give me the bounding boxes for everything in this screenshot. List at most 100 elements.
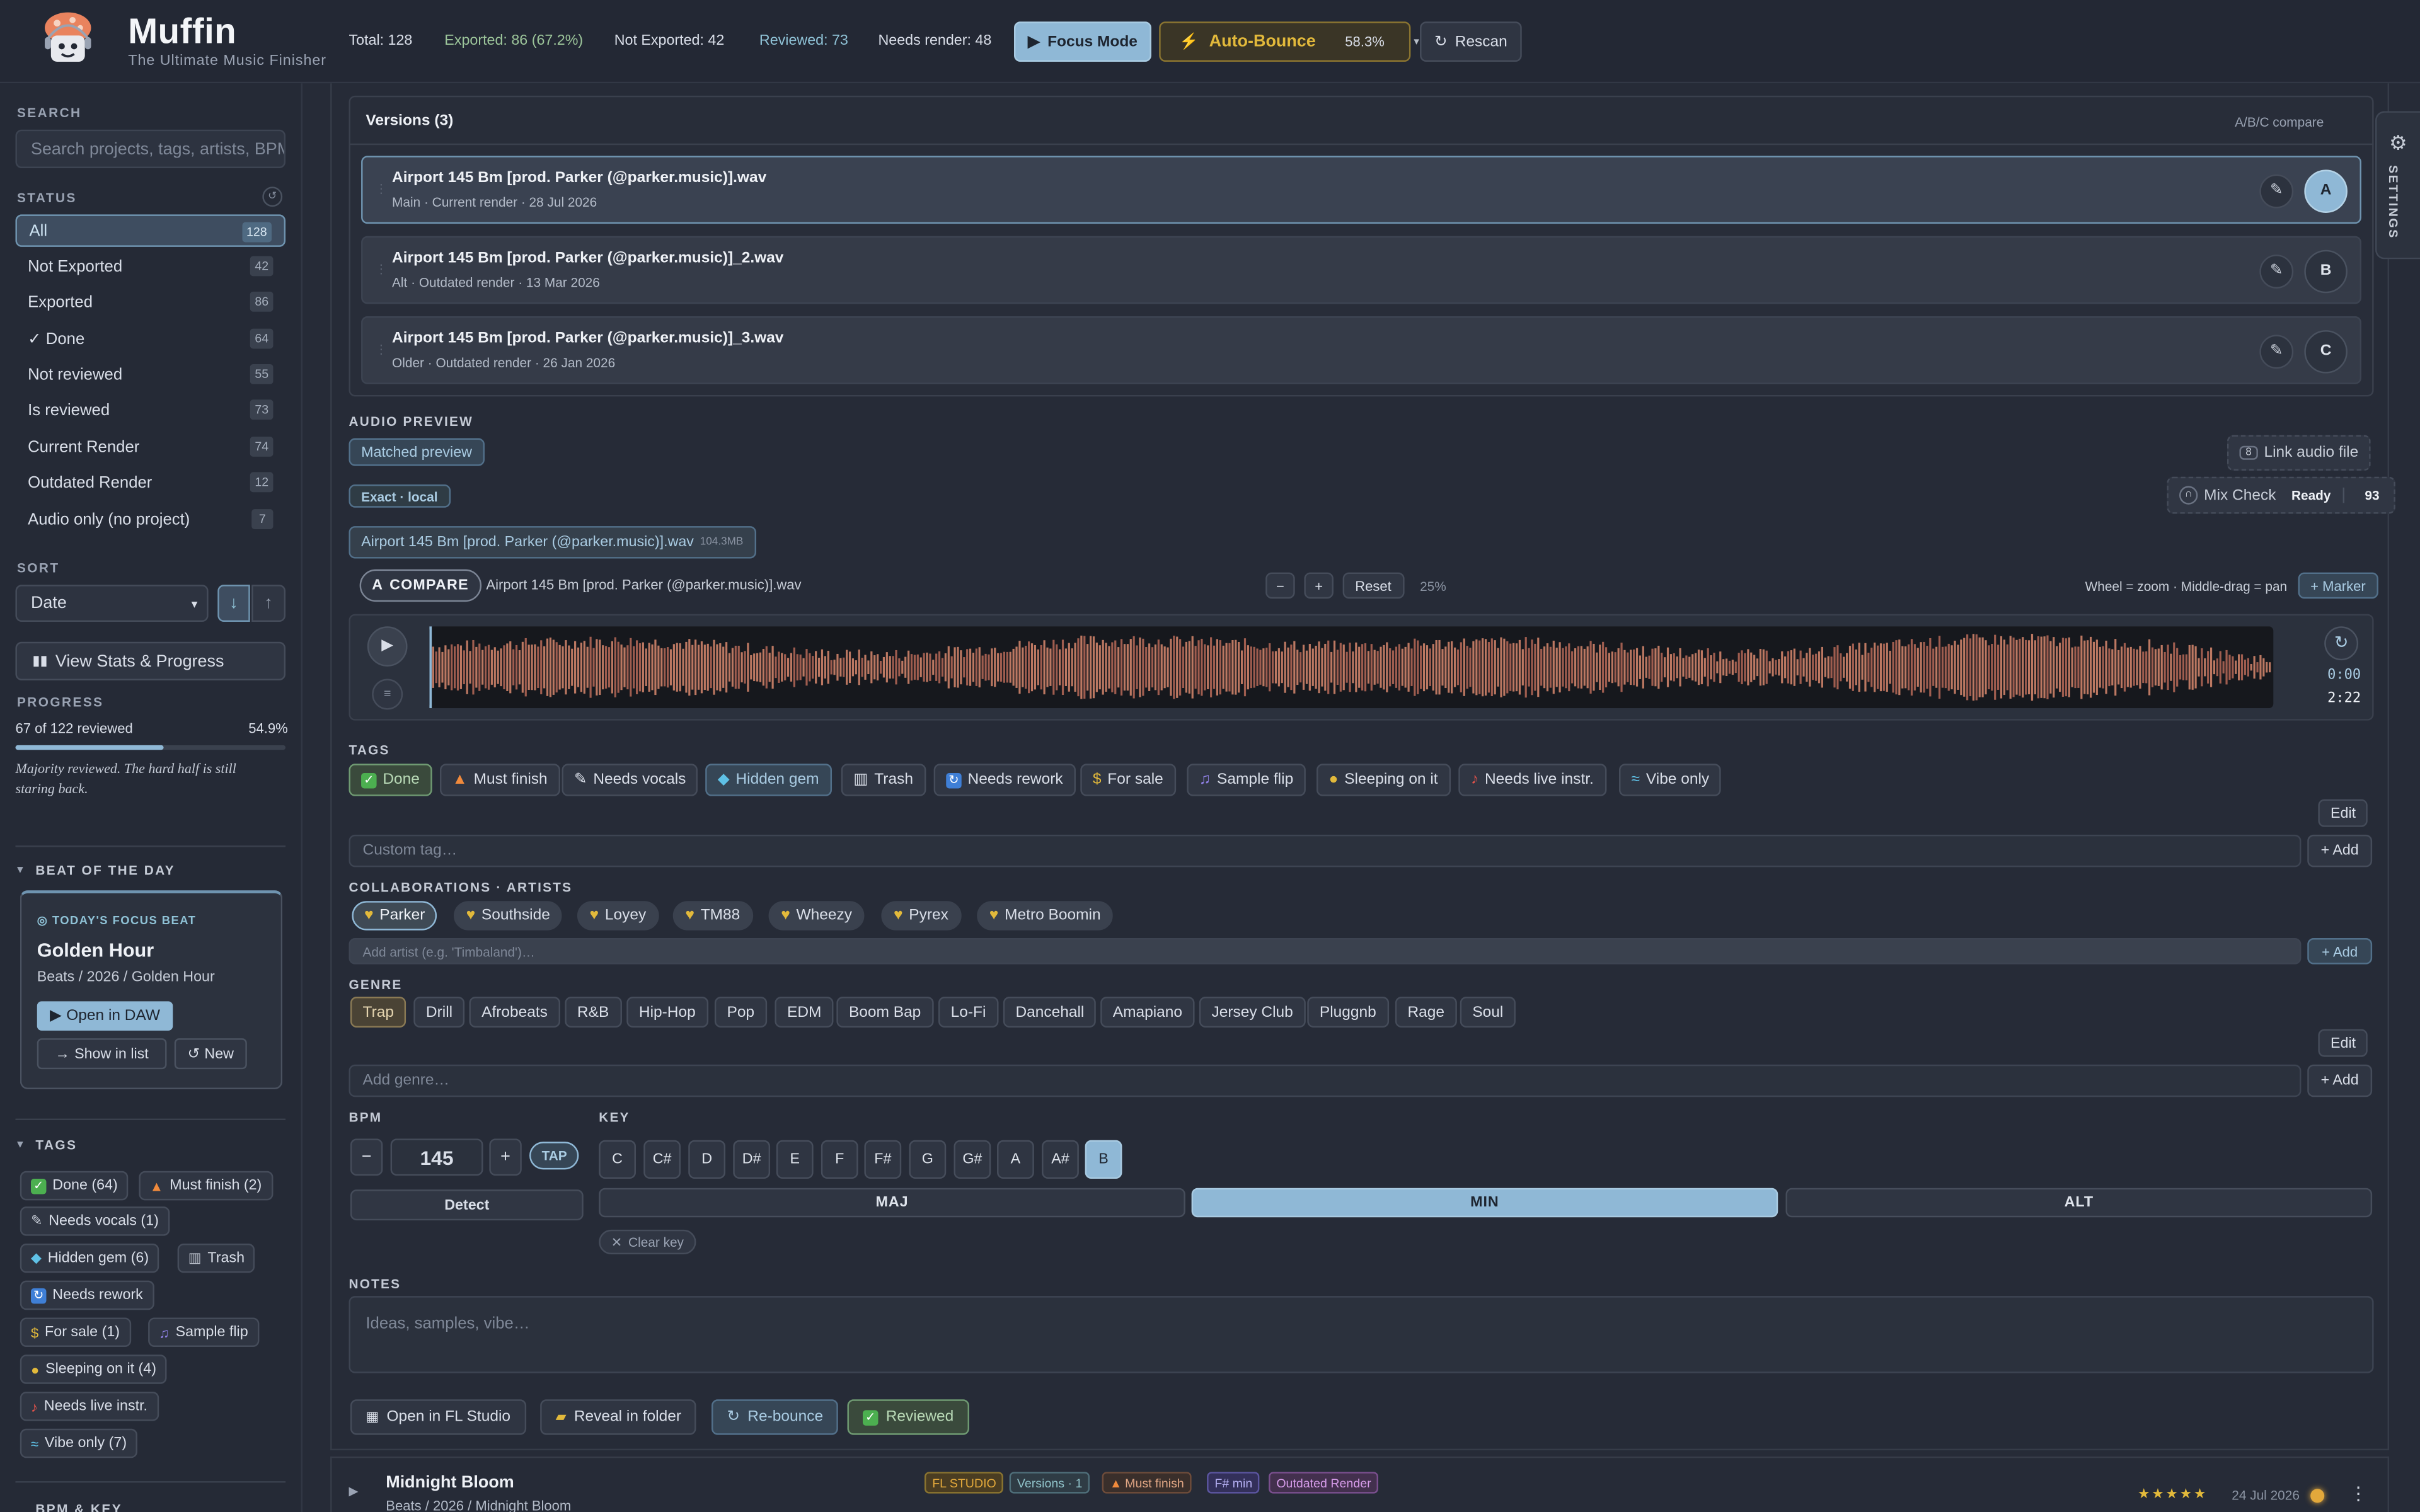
- key-e[interactable]: E: [776, 1140, 814, 1179]
- sidebar-tag-needs-live-instr[interactable]: ♪ Needs live instr.: [20, 1391, 159, 1421]
- key-d[interactable]: D: [688, 1140, 726, 1179]
- bpm-increment-button[interactable]: +: [489, 1138, 522, 1176]
- sidebar-tag-vibe-only[interactable]: ≈ Vibe only (7): [20, 1428, 138, 1458]
- bpm-decrement-button[interactable]: −: [350, 1138, 383, 1176]
- zoom-in-button[interactable]: +: [1304, 572, 1334, 599]
- mode-minor[interactable]: MIN: [1191, 1188, 1778, 1218]
- artist-loyey[interactable]: ♥ Loyey: [577, 901, 659, 931]
- key-f[interactable]: F: [821, 1140, 858, 1179]
- tag-needs-live-instr[interactable]: ♪ Needs live instr.: [1458, 764, 1606, 796]
- add-genre-input[interactable]: Add genre…: [349, 1064, 2302, 1097]
- key-f-sharp[interactable]: F#: [864, 1140, 902, 1179]
- status-not-exported[interactable]: Not Exported 42: [15, 250, 285, 282]
- key-c[interactable]: C: [599, 1140, 636, 1179]
- chevron-down-icon[interactable]: ▾: [1414, 35, 1419, 48]
- zoom-reset-button[interactable]: Reset: [1342, 572, 1404, 599]
- notes-textarea[interactable]: Ideas, samples, vibe…: [349, 1296, 2374, 1373]
- sort-ascending-button[interactable]: ↑: [251, 585, 286, 622]
- status-done[interactable]: ✓ Done 64: [15, 323, 285, 355]
- genre-rage[interactable]: Rage: [1395, 997, 1457, 1028]
- add-artist-input[interactable]: Add artist (e.g. 'Timbaland')…: [349, 937, 2302, 965]
- show-in-list-button[interactable]: → Show in list: [37, 1038, 167, 1070]
- clear-key-button[interactable]: ✕ Clear key: [599, 1229, 696, 1255]
- sidebar-tag-done[interactable]: ✓ Done (64): [20, 1171, 129, 1201]
- artist-metro-boomin[interactable]: ♥ Metro Boomin: [977, 901, 1114, 931]
- genre-amapiano[interactable]: Amapiano: [1100, 997, 1195, 1028]
- new-beat-button[interactable]: ↺ New: [174, 1038, 247, 1070]
- search-input[interactable]: [15, 129, 286, 168]
- sidebar-tag-trash[interactable]: ▥ Trash: [177, 1243, 256, 1273]
- drag-handle-icon[interactable]: ⋮: [375, 262, 388, 276]
- genre-rnb[interactable]: R&B: [565, 997, 621, 1028]
- tag-must-finish[interactable]: ▲ Must finish: [439, 764, 560, 796]
- mode-alt[interactable]: ALT: [1785, 1188, 2373, 1218]
- mode-major[interactable]: MAJ: [599, 1188, 1185, 1218]
- add-artist-button[interactable]: + Add: [2307, 937, 2373, 965]
- zoom-out-button[interactable]: −: [1265, 572, 1295, 599]
- focus-mode-button[interactable]: ▶ Focus Mode: [1013, 21, 1151, 62]
- genre-edm[interactable]: EDM: [775, 997, 834, 1028]
- key-g-sharp[interactable]: G#: [954, 1140, 991, 1179]
- artist-parker[interactable]: ♥ Parker: [352, 901, 438, 931]
- slot-b-button[interactable]: B: [2304, 249, 2348, 294]
- genre-soul[interactable]: Soul: [1460, 997, 1516, 1028]
- chevron-down-icon[interactable]: ▾: [17, 1137, 23, 1151]
- genre-dancehall[interactable]: Dancehall: [1003, 997, 1097, 1028]
- status-exported[interactable]: Exported 86: [15, 285, 285, 318]
- sidebar-tag-sleeping-on-it[interactable]: ● Sleeping on it (4): [20, 1354, 168, 1384]
- mix-check-button[interactable]: ∩ Mix Check Ready 93: [2167, 476, 2395, 514]
- bpm-input[interactable]: 145: [390, 1138, 483, 1176]
- detect-button[interactable]: Detect: [350, 1189, 584, 1221]
- refresh-icon[interactable]: ↻: [2324, 626, 2359, 661]
- pencil-icon[interactable]: ✎: [2259, 174, 2294, 209]
- chevron-down-icon[interactable]: ▾: [17, 862, 23, 876]
- sidebar-tag-hidden-gem[interactable]: ◆ Hidden gem (6): [20, 1243, 160, 1273]
- tag-sleeping-on-it[interactable]: ● Sleeping on it: [1316, 764, 1451, 796]
- rating-stars[interactable]: ★★★★★: [2138, 1486, 2208, 1503]
- sidebar-tag-needs-vocals[interactable]: ✎ Needs vocals (1): [20, 1206, 170, 1236]
- reviewed-toggle[interactable]: ✓ Reviewed: [847, 1399, 969, 1435]
- sidebar-tag-for-sale[interactable]: $ For sale (1): [20, 1317, 131, 1347]
- reset-filter-icon[interactable]: ↺: [262, 186, 283, 207]
- key-a[interactable]: A: [997, 1140, 1034, 1179]
- status-all[interactable]: All 128: [15, 214, 286, 247]
- settings-tab[interactable]: ⚙ SETTINGS: [2375, 111, 2420, 260]
- custom-tag-input[interactable]: Custom tag…: [349, 834, 2302, 868]
- version-row-a[interactable]: ⋮ Airport 145 Bm [prod. Parker (@parker.…: [361, 156, 2361, 224]
- waveform[interactable]: [429, 626, 2274, 709]
- genre-drill[interactable]: Drill: [413, 997, 465, 1028]
- genre-trap[interactable]: Trap: [350, 997, 406, 1028]
- artist-wheezy[interactable]: ♥ Wheezy: [768, 901, 865, 931]
- tag-trash[interactable]: ▥ Trash: [841, 764, 926, 796]
- slot-a-button[interactable]: A: [2304, 169, 2348, 213]
- genre-lo-fi[interactable]: Lo-Fi: [938, 997, 999, 1028]
- reveal-folder-button[interactable]: ▰ Reveal in folder: [540, 1399, 697, 1435]
- tag-for-sale[interactable]: $ For sale: [1080, 764, 1176, 796]
- edit-genres-button[interactable]: Edit: [2318, 1029, 2368, 1057]
- tag-needs-vocals[interactable]: ✎ Needs vocals: [562, 764, 698, 796]
- more-menu-icon[interactable]: ⋮: [2349, 1482, 2367, 1504]
- link-audio-button[interactable]: 8 Link audio file: [2227, 435, 2371, 471]
- add-genre-button[interactable]: + Add: [2307, 1064, 2373, 1097]
- genre-jersey-club[interactable]: Jersey Club: [1199, 997, 1306, 1028]
- tag-done[interactable]: ✓ Done: [349, 764, 432, 796]
- genre-hip-hop[interactable]: Hip-Hop: [626, 997, 708, 1028]
- view-stats-button[interactable]: ▮▮ View Stats & Progress: [15, 641, 286, 681]
- loop-icon[interactable]: ≡: [372, 679, 403, 710]
- tap-tempo-button[interactable]: TAP: [529, 1142, 580, 1170]
- genre-afrobeats[interactable]: Afrobeats: [469, 997, 560, 1028]
- play-button[interactable]: ▶: [367, 626, 408, 667]
- sort-select[interactable]: Date ▾: [15, 585, 209, 622]
- version-row-c[interactable]: ⋮ Airport 145 Bm [prod. Parker (@parker.…: [361, 316, 2361, 384]
- sidebar-tag-must-finish[interactable]: ▲ Must finish (2): [139, 1171, 273, 1201]
- open-in-daw-button[interactable]: ▶ Open in DAW: [37, 1001, 173, 1031]
- drag-handle-icon[interactable]: ⋮: [375, 182, 388, 196]
- sort-descending-button[interactable]: ↓: [217, 585, 250, 622]
- tag-needs-rework[interactable]: ↻ Needs rework: [933, 764, 1076, 796]
- rebounce-button[interactable]: ↻ Re-bounce: [711, 1399, 839, 1435]
- version-row-b[interactable]: ⋮ Airport 145 Bm [prod. Parker (@parker.…: [361, 236, 2361, 304]
- pencil-icon[interactable]: ✎: [2259, 255, 2294, 289]
- artist-pyrex[interactable]: ♥ Pyrex: [881, 901, 961, 931]
- slot-c-button[interactable]: C: [2304, 330, 2348, 374]
- audio-file-chip[interactable]: Airport 145 Bm [prod. Parker (@parker.mu…: [349, 526, 756, 559]
